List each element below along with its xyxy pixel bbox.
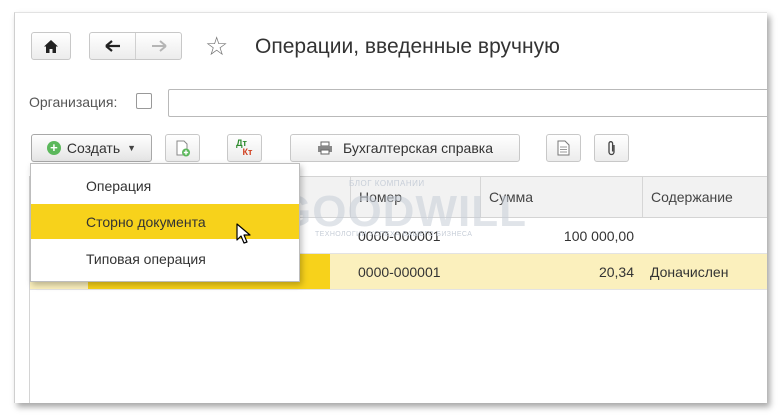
forward-button[interactable] bbox=[136, 33, 181, 59]
report-button-label: Бухгалтерская справка bbox=[343, 140, 493, 156]
attach-button[interactable] bbox=[594, 134, 629, 162]
kt-label: Кт bbox=[242, 147, 253, 157]
back-button[interactable] bbox=[90, 33, 136, 59]
home-button[interactable] bbox=[31, 32, 71, 60]
organization-field[interactable] bbox=[168, 89, 767, 117]
column-header-amount[interactable]: Сумма bbox=[480, 177, 642, 217]
arrow-left-icon bbox=[104, 40, 120, 52]
menu-item-template-operation[interactable]: Типовая операция bbox=[31, 241, 299, 276]
dt-kt-icon: Дт Кт bbox=[236, 139, 253, 157]
menu-item-storno[interactable]: Сторно документа bbox=[31, 204, 299, 239]
arrow-right-icon bbox=[151, 40, 167, 52]
copy-button[interactable] bbox=[165, 134, 200, 162]
favorite-star-icon[interactable]: ☆ bbox=[205, 33, 228, 59]
paperclip-icon bbox=[607, 140, 615, 155]
app-window: ☆ Операции, введенные вручную Организаци… bbox=[14, 12, 767, 403]
nav-group bbox=[89, 32, 182, 60]
printer-icon bbox=[318, 141, 333, 155]
cell-content: Доначислен bbox=[650, 263, 729, 280]
create-button[interactable]: + Создать ▼ bbox=[31, 134, 152, 162]
chevron-down-icon: ▼ bbox=[127, 143, 137, 153]
mouse-cursor-icon bbox=[236, 223, 251, 244]
menu-item-operation[interactable]: Операция bbox=[31, 168, 299, 203]
plus-circle-icon: + bbox=[46, 141, 61, 155]
cell-content bbox=[642, 218, 767, 253]
page-title: Операции, введенные вручную bbox=[255, 35, 560, 58]
cell-number: 0000-000001 bbox=[358, 263, 441, 280]
column-header-content[interactable]: Содержание bbox=[642, 177, 767, 217]
cell-amount: 100 000,00 bbox=[563, 227, 634, 244]
column-header-number[interactable]: Номер bbox=[350, 177, 480, 217]
home-icon bbox=[44, 39, 58, 53]
document-button[interactable] bbox=[546, 134, 581, 162]
cell-number: 0000-000001 bbox=[358, 227, 441, 244]
create-dropdown-menu: Операция Сторно документа Типовая операц… bbox=[30, 163, 300, 282]
create-button-label: Создать bbox=[66, 140, 121, 156]
cell-amount: 20,34 bbox=[598, 263, 634, 280]
organization-checkbox[interactable] bbox=[136, 93, 152, 109]
add-document-icon bbox=[176, 140, 190, 156]
dt-kt-button[interactable]: Дт Кт bbox=[227, 134, 262, 162]
document-icon bbox=[557, 140, 570, 156]
organization-label: Организация: bbox=[29, 94, 118, 110]
report-button[interactable]: Бухгалтерская справка bbox=[290, 134, 520, 162]
